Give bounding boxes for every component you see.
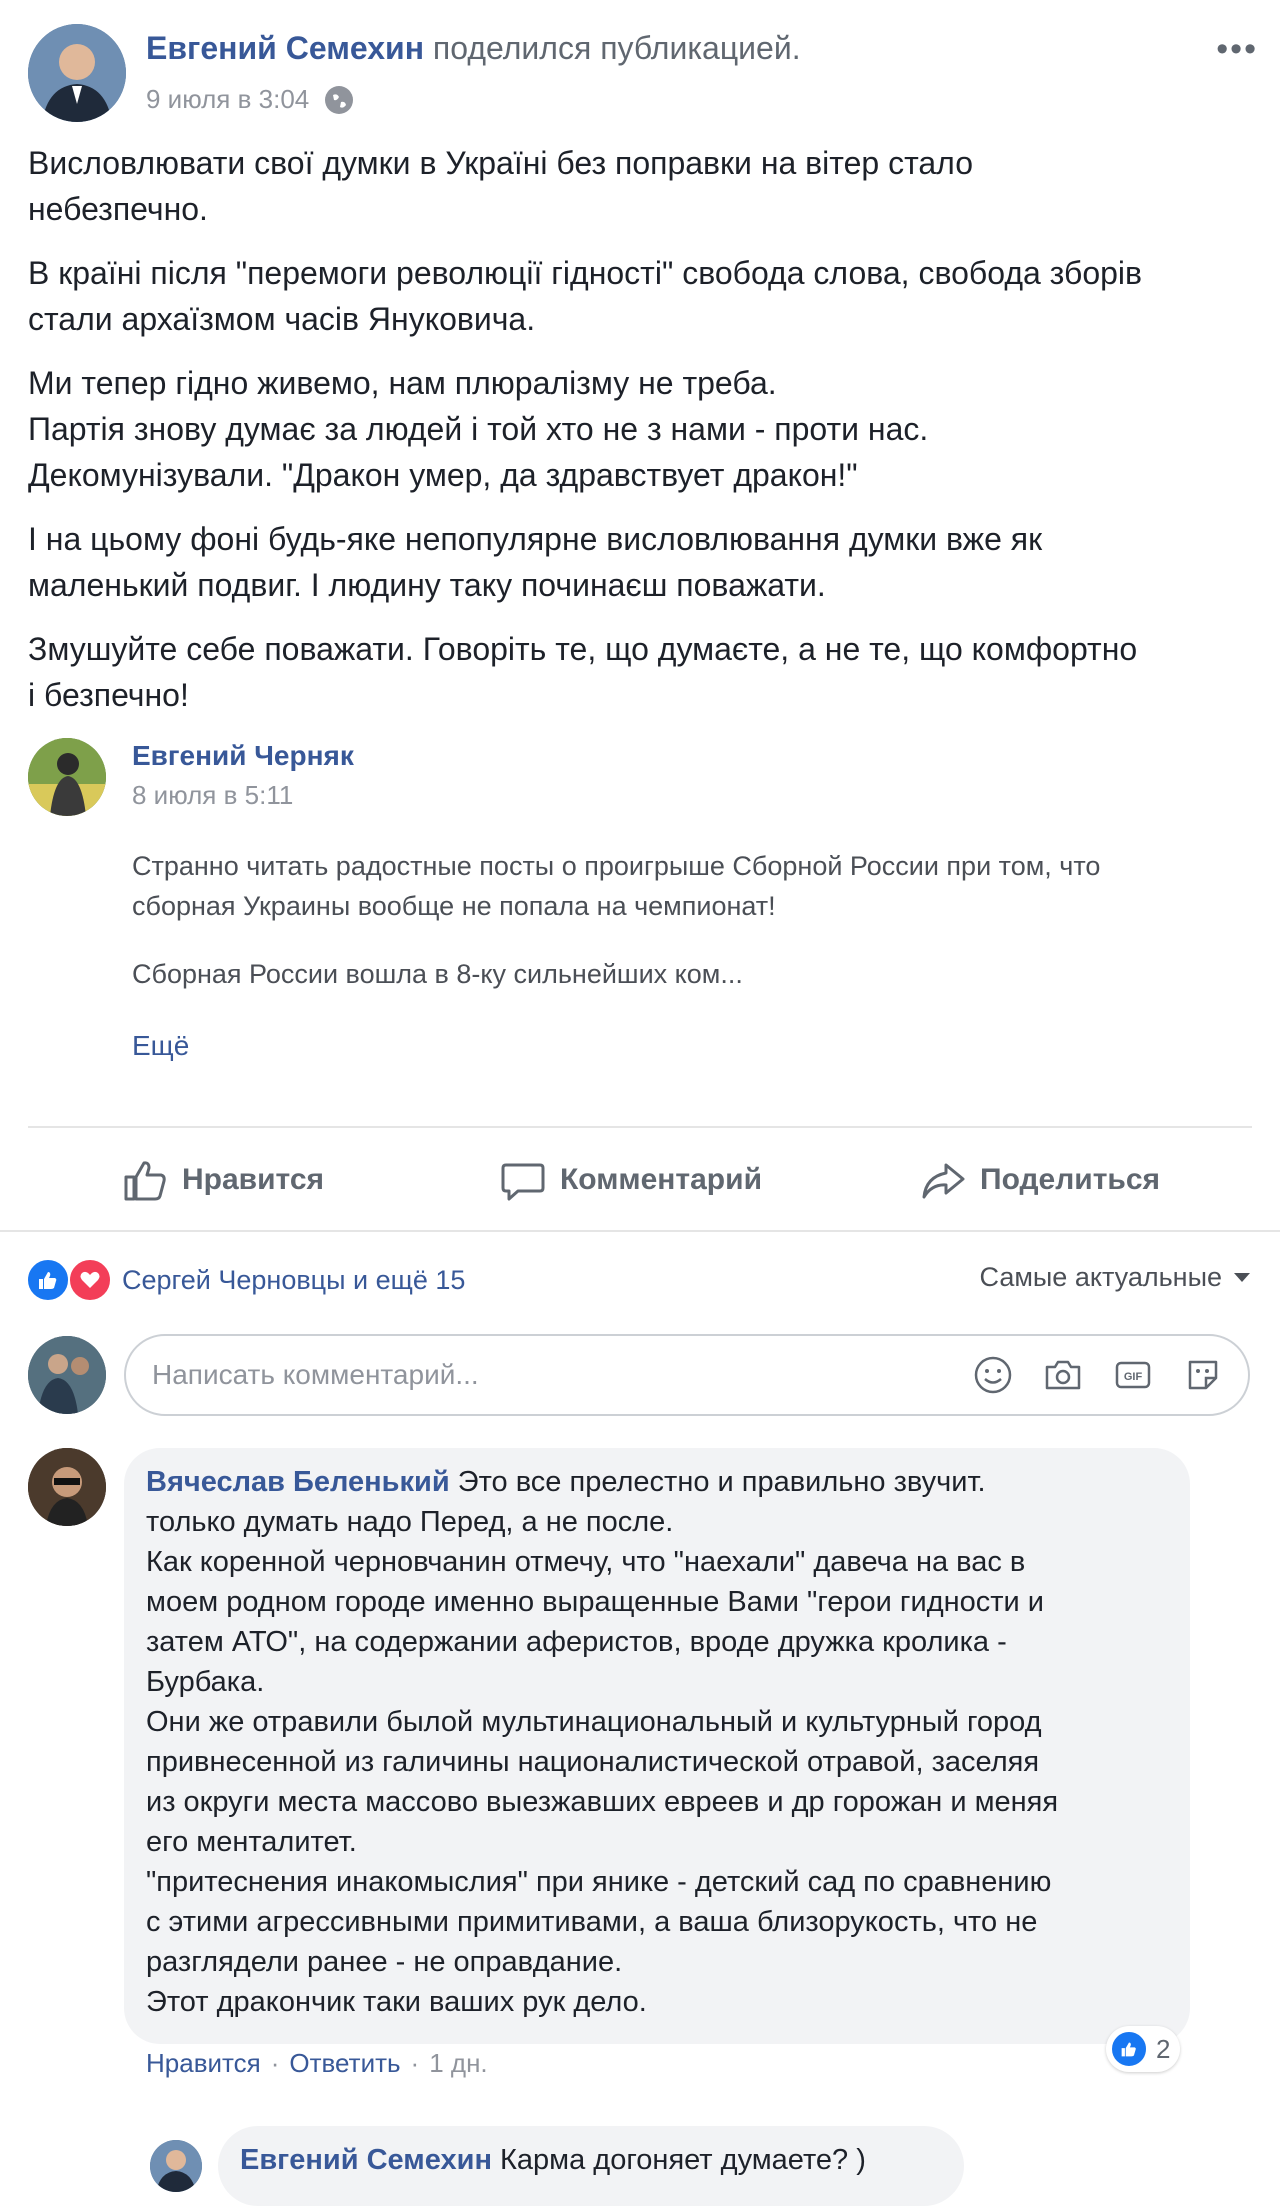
comment-reactions[interactable]: 2 (1106, 2026, 1181, 2072)
commenter-name[interactable]: Вячеслав Беленький (146, 1466, 450, 1498)
post-paragraph: В країні після "перемоги революції гідно… (28, 255, 1143, 337)
share-icon (922, 1163, 965, 1199)
see-more-link[interactable]: Ещё (132, 1030, 189, 1062)
shared-author-name[interactable]: Евгений Черняк (132, 740, 354, 772)
more-horizontal-icon[interactable]: ••• (1216, 30, 1258, 69)
comment-text: Это все прелестно и правильно звучит. то… (146, 1466, 1059, 2018)
divider (28, 1126, 1252, 1128)
comment-actions: Нравится · Ответить · 1 дн. (146, 2048, 488, 2079)
share-button[interactable]: Поделиться (920, 1150, 1160, 1210)
comment-label: Комментарий (560, 1163, 763, 1196)
comment-icon (501, 1163, 545, 1201)
chevron-down-icon (1234, 1273, 1250, 1282)
reactions-text: Сергей Черновцы и ещё 15 (122, 1264, 466, 1295)
like-button[interactable]: Нравится (122, 1150, 324, 1210)
globe-icon[interactable] (325, 85, 354, 114)
comment-button[interactable]: Комментарий (500, 1150, 762, 1210)
current-user-avatar (28, 1336, 106, 1414)
shared-paragraph: Странно читать радостные посты о проигры… (132, 851, 1101, 921)
comment-sort-dropdown[interactable]: Самые актуальные (980, 1262, 1250, 1293)
sticker-icon[interactable] (1182, 1354, 1224, 1396)
reply-author-name[interactable]: Евгений Семехин (240, 2144, 492, 2176)
post-meta: 9 июля в 3:04 (146, 84, 354, 115)
shared-post-date[interactable]: 8 июля в 5:11 (132, 780, 293, 811)
post-paragraph: Змушуйте себе поважати. Говоріть те, що … (28, 631, 1138, 713)
reactions-summary[interactable]: Сергей Черновцы и ещё 15 (26, 1258, 465, 1302)
post-date[interactable]: 9 июля в 3:04 (146, 84, 309, 115)
separator: · (270, 2048, 280, 2078)
separator: · (410, 2048, 420, 2078)
post-header: Евгений Семехин поделился публикацией. (146, 30, 801, 67)
comment-bubble: Вячеслав Беленький Это все прелестно и п… (124, 1448, 1190, 2044)
camera-icon[interactable] (1042, 1354, 1084, 1396)
post-paragraph: Висловлювати свої думки в Україні без по… (28, 145, 973, 227)
post-body: Висловлювати свої думки в Україні без по… (28, 140, 1248, 736)
reaction-count: 2 (1156, 2033, 1171, 2064)
share-label: Поделиться (980, 1163, 1161, 1196)
sort-label: Самые актуальные (979, 1262, 1222, 1292)
divider (0, 1230, 1280, 1232)
post-paragraph: І на цьому фоні будь-яке непопулярне вис… (28, 521, 1043, 603)
shared-author-avatar[interactable] (28, 738, 106, 816)
shared-action-text: поделился публикацией. (432, 30, 801, 66)
like-reaction-icon (26, 1258, 70, 1302)
like-reaction-icon (1110, 2030, 1148, 2068)
commenter-avatar[interactable] (28, 1448, 106, 1526)
reply-bubble: Евгений Семехин Карма догоняет думаете? … (218, 2126, 964, 2206)
comment-reply-link[interactable]: Ответить (289, 2048, 400, 2079)
thumbs-up-icon (124, 1161, 166, 1201)
post-paragraph: Ми тепер гідно живемо, нам плюралізму не… (28, 365, 929, 493)
comment-time[interactable]: 1 дн. (429, 2048, 487, 2079)
gif-icon[interactable]: GIF (1112, 1354, 1154, 1396)
comment-like-link[interactable]: Нравится (146, 2048, 261, 2079)
reply-author-avatar[interactable] (150, 2140, 202, 2192)
author-avatar[interactable] (28, 24, 126, 122)
reply-text: Карма догоняет думаете? ) (500, 2144, 866, 2176)
shared-paragraph: Сборная России вошла в 8-ку сильнейших к… (132, 959, 743, 989)
comment-input[interactable] (150, 1358, 972, 1392)
shared-post-body: Странно читать радостные посты о проигры… (132, 846, 1232, 1022)
like-label: Нравится (182, 1163, 325, 1196)
emoji-icon[interactable] (972, 1354, 1014, 1396)
love-reaction-icon (68, 1258, 112, 1302)
comment-input-box[interactable]: GIF (124, 1334, 1250, 1416)
svg-text:GIF: GIF (1124, 1371, 1143, 1383)
author-name-link[interactable]: Евгений Семехин (146, 30, 424, 66)
